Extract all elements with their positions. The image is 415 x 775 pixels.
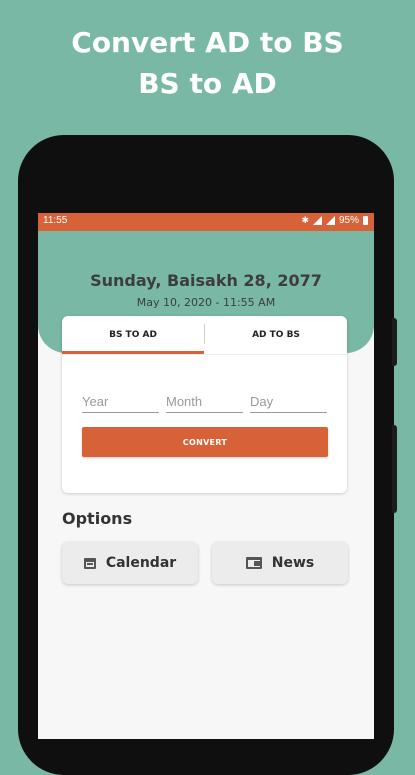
- news-button-label: News: [271, 555, 315, 571]
- tab-bs-to-ad[interactable]: BS TO AD: [62, 316, 204, 353]
- convert-button[interactable]: CONVERT: [82, 427, 328, 457]
- news-icon: [245, 557, 262, 569]
- converter-card: BS TO AD AD TO BS CONVERT: [62, 316, 347, 493]
- status-time: 11:55: [43, 215, 68, 226]
- bluetooth-icon: ✱: [301, 215, 309, 225]
- day-field[interactable]: [250, 390, 327, 413]
- current-date-ad: May 10, 2020 - 11:55 AM: [136, 296, 276, 309]
- selected-tab-indicator: [62, 351, 204, 354]
- calendar-button-label: Calendar: [105, 555, 177, 571]
- signal-icon: [325, 216, 335, 225]
- phone-side-button: [392, 425, 397, 513]
- app-screen: 11:55 ✱ 95% Sunday, Baisakh 28, 2077 May…: [38, 213, 374, 739]
- phone-side-button: [392, 318, 397, 366]
- promo-title-line-2: BS to AD: [138, 67, 277, 100]
- calendar-icon: [83, 557, 96, 569]
- tab-bar-border: [62, 354, 347, 355]
- status-icons: ✱ 95%: [301, 215, 368, 226]
- promo-title-line-1: Convert AD to BS: [71, 26, 344, 59]
- signal-icon: [312, 216, 322, 225]
- tab-ad-to-bs[interactable]: AD TO BS: [205, 316, 347, 353]
- options-heading: Options: [62, 509, 133, 528]
- calendar-button[interactable]: Calendar: [62, 542, 198, 584]
- battery-icon: [363, 216, 368, 225]
- year-field[interactable]: [82, 390, 159, 413]
- news-button[interactable]: News: [212, 542, 348, 584]
- status-bar: 11:55 ✱ 95%: [38, 213, 374, 231]
- current-date-bs: Sunday, Baisakh 28, 2077: [90, 271, 322, 290]
- battery-percent: 95%: [338, 215, 359, 226]
- month-field[interactable]: [166, 390, 243, 413]
